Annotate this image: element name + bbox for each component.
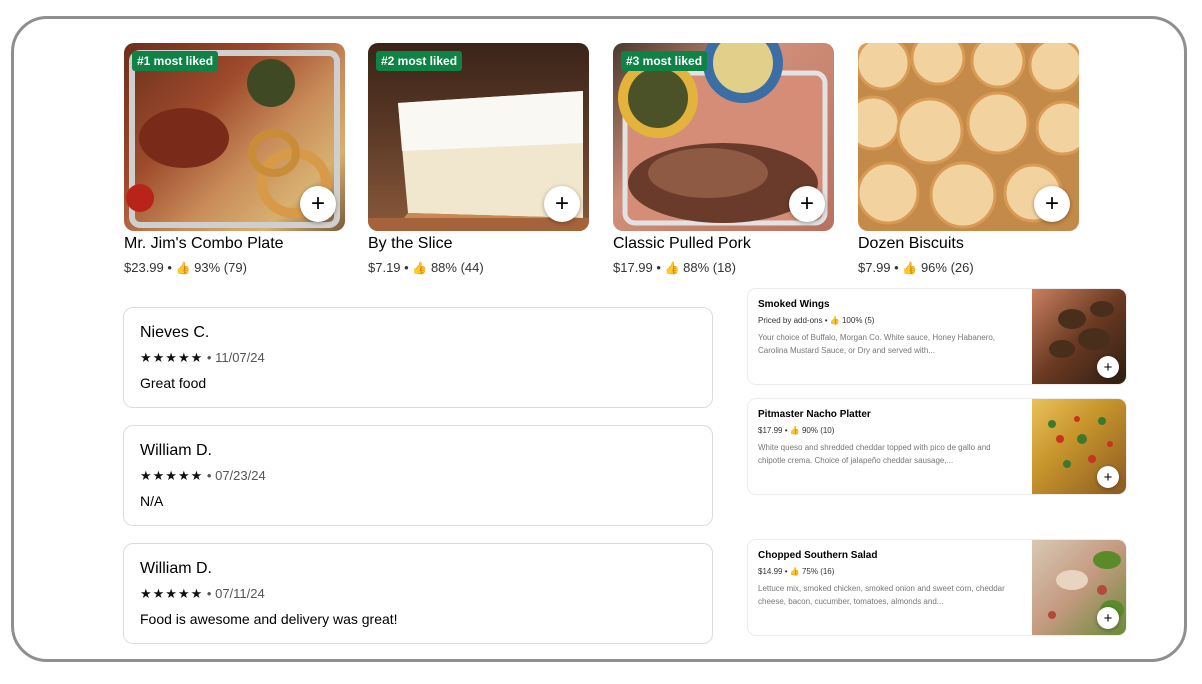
separator: •	[784, 426, 788, 435]
separator: •	[894, 260, 899, 275]
thumbs-up-icon: 👍	[664, 261, 680, 275]
separator: •	[206, 468, 212, 483]
reviewer-name: William D.	[140, 442, 212, 459]
separator: •	[824, 316, 828, 325]
menu-item-image: +	[1032, 399, 1126, 494]
thumbs-up-icon: 👍	[789, 426, 800, 435]
item-meta: $17.99 • 👍 88% (18)	[613, 260, 834, 275]
star-rating-icon: ★★★★★	[140, 468, 204, 483]
menu-item-rating: 100% (5)	[841, 316, 875, 325]
menu-item-meta: $14.99 • 👍 75% (16)	[758, 567, 1018, 576]
menu-item-rating: 90% (10)	[801, 426, 835, 435]
most-liked-badge: #1 most liked	[132, 51, 219, 71]
thumbs-up-icon: 👍	[902, 261, 918, 275]
add-to-cart-button[interactable]: +	[300, 186, 336, 222]
add-to-cart-button[interactable]: +	[1034, 186, 1070, 222]
review-card: William D. ★★★★★ • 07/11/24 Food is awes…	[123, 543, 713, 644]
menu-item-name: Smoked Wings	[758, 299, 830, 310]
popular-item-card[interactable]: #3 most liked + Classic Pulled Pork $17.…	[613, 43, 834, 275]
item-price: $7.99	[858, 260, 891, 275]
menu-item-description: Lettuce mix, smoked chicken, smoked onio…	[758, 584, 1005, 606]
thumbs-up-icon: 👍	[175, 261, 191, 275]
separator: •	[167, 260, 172, 275]
reviewer-name: William D.	[140, 560, 212, 577]
item-rating: 88% (18)	[683, 260, 736, 275]
item-meta: $23.99 • 👍 93% (79)	[124, 260, 345, 275]
review-text: Food is awesome and delivery was great!	[140, 611, 398, 627]
add-to-cart-button[interactable]: +	[1097, 607, 1119, 629]
star-rating-icon: ★★★★★	[140, 586, 204, 601]
item-title: Mr. Jim's Combo Plate	[124, 235, 284, 252]
item-rating: 96% (26)	[920, 260, 974, 275]
popular-item-card[interactable]: #2 most liked + By the Slice $7.19 • 👍 8…	[368, 43, 589, 275]
add-to-cart-button[interactable]: +	[1097, 466, 1119, 488]
most-liked-badge: #3 most liked	[621, 51, 708, 71]
menu-item-image: +	[1032, 540, 1126, 635]
separator: •	[784, 567, 788, 576]
menu-item-price: $17.99	[758, 426, 783, 435]
review-date: 11/07/24	[215, 350, 265, 365]
separator: •	[656, 260, 661, 275]
review-card: Nieves C. ★★★★★ • 11/07/24 Great food	[123, 307, 713, 408]
menu-item-card[interactable]: Chopped Southern Salad $14.99 • 👍 75% (1…	[748, 540, 1126, 635]
menu-item-name: Pitmaster Nacho Platter	[758, 409, 871, 420]
item-rating: 93% (79)	[194, 260, 247, 275]
item-meta: $7.19 • 👍 88% (44)	[368, 260, 589, 275]
popular-item-card[interactable]: #1 most liked + Mr. Jim's Combo Plate $2…	[124, 43, 345, 275]
menu-item-price: $14.99	[758, 567, 783, 576]
menu-item-card[interactable]: Pitmaster Nacho Platter $17.99 • 👍 90% (…	[748, 399, 1126, 494]
add-to-cart-button[interactable]: +	[789, 186, 825, 222]
item-price: $7.19	[368, 260, 401, 275]
review-rating-line: ★★★★★ • 07/11/24	[140, 586, 696, 602]
review-rating-line: ★★★★★ • 11/07/24	[140, 350, 696, 366]
menu-item-meta: $17.99 • 👍 90% (10)	[758, 426, 1018, 435]
review-date: 07/11/24	[215, 586, 265, 601]
menu-item-description: Your choice of Buffalo, Morgan Co. White…	[758, 333, 996, 355]
menu-item-image: +	[1032, 289, 1126, 384]
food-image: #1 most liked +	[124, 43, 345, 231]
separator: •	[404, 260, 409, 275]
review-text: N/A	[140, 493, 164, 509]
item-meta: $7.99 • 👍 96% (26)	[858, 260, 1079, 275]
review-rating-line: ★★★★★ • 07/23/24	[140, 468, 696, 484]
add-to-cart-button[interactable]: +	[544, 186, 580, 222]
add-to-cart-button[interactable]: +	[1097, 356, 1119, 378]
menu-item-price: Priced by add-ons	[758, 316, 823, 325]
menu-item-card[interactable]: Smoked Wings Priced by add-ons • 👍 100% …	[748, 289, 1126, 384]
menu-item-description: White queso and shredded cheddar topped …	[758, 443, 991, 465]
item-title: Classic Pulled Pork	[613, 235, 751, 252]
food-image: #3 most liked +	[613, 43, 834, 231]
most-liked-badge: #2 most liked	[376, 51, 463, 71]
star-rating-icon: ★★★★★	[140, 350, 204, 365]
thumbs-up-icon: 👍	[829, 316, 840, 325]
reviewer-name: Nieves C.	[140, 324, 210, 341]
item-price: $23.99	[124, 260, 164, 275]
popular-item-card[interactable]: + Dozen Biscuits $7.99 • 👍 96% (26)	[858, 43, 1079, 275]
review-date: 07/23/24	[215, 468, 266, 483]
thumbs-up-icon: 👍	[789, 567, 800, 576]
menu-item-name: Chopped Southern Salad	[758, 550, 878, 561]
thumbs-up-icon: 👍	[412, 261, 428, 275]
menu-item-rating: 75% (16)	[801, 567, 835, 576]
separator: •	[206, 586, 212, 601]
item-title: Dozen Biscuits	[858, 235, 964, 252]
review-text: Great food	[140, 375, 207, 391]
food-image: +	[858, 43, 1079, 231]
item-title: By the Slice	[368, 235, 453, 252]
review-card: William D. ★★★★★ • 07/23/24 N/A	[123, 425, 713, 526]
separator: •	[206, 350, 212, 365]
item-price: $17.99	[613, 260, 653, 275]
menu-item-meta: Priced by add-ons • 👍 100% (5)	[758, 316, 1018, 325]
food-image: #2 most liked +	[368, 43, 589, 231]
item-rating: 88% (44)	[430, 260, 484, 275]
